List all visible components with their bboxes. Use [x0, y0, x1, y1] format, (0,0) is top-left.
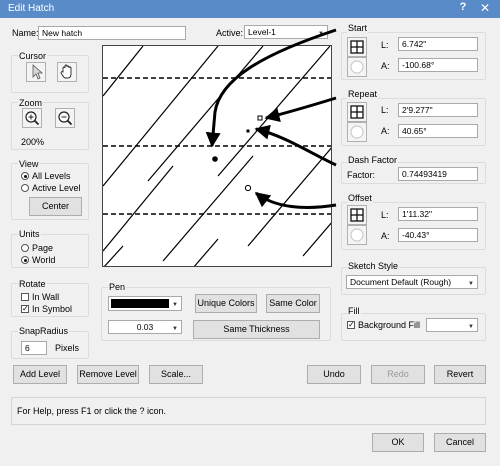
circle-icon: [350, 60, 364, 74]
pen-group-label: Pen: [108, 282, 127, 292]
repeat-group-label: Repeat: [347, 89, 379, 99]
offset-group-label: Offset: [347, 193, 373, 203]
same-thickness-button[interactable]: Same Thickness: [193, 320, 320, 339]
circle-icon: [350, 228, 364, 242]
chevron-down-icon: ▼: [468, 281, 474, 287]
background-fill-label: Background Fill: [358, 320, 421, 330]
chevron-down-icon: ▼: [468, 324, 474, 330]
background-fill-checkbox[interactable]: ✓: [347, 321, 355, 329]
repeat-a-label: A:: [381, 126, 390, 136]
start-l-input[interactable]: 6.742": [398, 37, 478, 51]
repeat-l-input[interactable]: 2'9.277": [398, 103, 478, 117]
unique-colors-button[interactable]: Unique Colors: [195, 294, 257, 313]
redo-button[interactable]: Redo: [371, 365, 425, 384]
circle-icon: [350, 125, 364, 139]
pen-thickness-value: 0.03: [136, 322, 154, 332]
revert-button[interactable]: Revert: [434, 365, 486, 384]
start-l-label: L:: [381, 40, 389, 50]
add-level-button[interactable]: Add Level: [13, 365, 67, 384]
pen-color-swatch: [111, 299, 169, 308]
dash-factor-input[interactable]: 0.74493419: [398, 167, 478, 181]
undo-button[interactable]: Undo: [307, 365, 361, 384]
dash-factor-label: Factor:: [347, 170, 376, 180]
repeat-snap-button[interactable]: [347, 102, 367, 122]
offset-angle-button[interactable]: [347, 225, 367, 245]
start-angle-button[interactable]: [347, 57, 367, 77]
repeat-angle-button[interactable]: [347, 122, 367, 142]
pen-color-select[interactable]: ▼: [108, 296, 182, 311]
cancel-button[interactable]: Cancel: [434, 433, 486, 452]
sketch-style-select[interactable]: Document Default (Rough) ▼: [346, 275, 478, 289]
same-color-button[interactable]: Same Color: [266, 294, 320, 313]
ok-button[interactable]: OK: [372, 433, 424, 452]
chevron-down-icon: ▼: [172, 326, 178, 332]
chevron-down-icon: ▼: [172, 302, 178, 308]
grid-icon: [350, 40, 364, 54]
dash-factor-group-label: Dash Factor: [347, 155, 399, 165]
grid-icon: [350, 208, 364, 222]
start-group-label: Start: [347, 23, 369, 33]
fill-color-select[interactable]: ▼: [426, 318, 478, 332]
offset-l-label: L:: [381, 210, 389, 220]
help-status-bar: For Help, press F1 or click the ? icon.: [11, 397, 486, 425]
fill-group-label: Fill: [347, 306, 361, 316]
offset-snap-button[interactable]: [347, 205, 367, 225]
sketch-style-value: Document Default (Rough): [350, 277, 452, 287]
scale-button[interactable]: Scale...: [149, 365, 203, 384]
offset-a-input[interactable]: -40.43°: [398, 228, 478, 242]
repeat-a-input[interactable]: 40.65°: [398, 124, 478, 138]
remove-level-button[interactable]: Remove Level: [77, 365, 139, 384]
help-status-text: For Help, press F1 or click the ? icon.: [17, 406, 167, 416]
start-a-input[interactable]: -100.68°: [398, 58, 478, 72]
start-snap-button[interactable]: [347, 37, 367, 57]
offset-l-input[interactable]: 1'11.32": [398, 207, 478, 221]
pen-thickness-select[interactable]: 0.03 ▼: [108, 320, 182, 334]
offset-a-label: A:: [381, 231, 390, 241]
repeat-l-label: L:: [381, 105, 389, 115]
sketch-style-group-label: Sketch Style: [347, 261, 400, 271]
start-a-label: A:: [381, 61, 390, 71]
grid-icon: [350, 105, 364, 119]
